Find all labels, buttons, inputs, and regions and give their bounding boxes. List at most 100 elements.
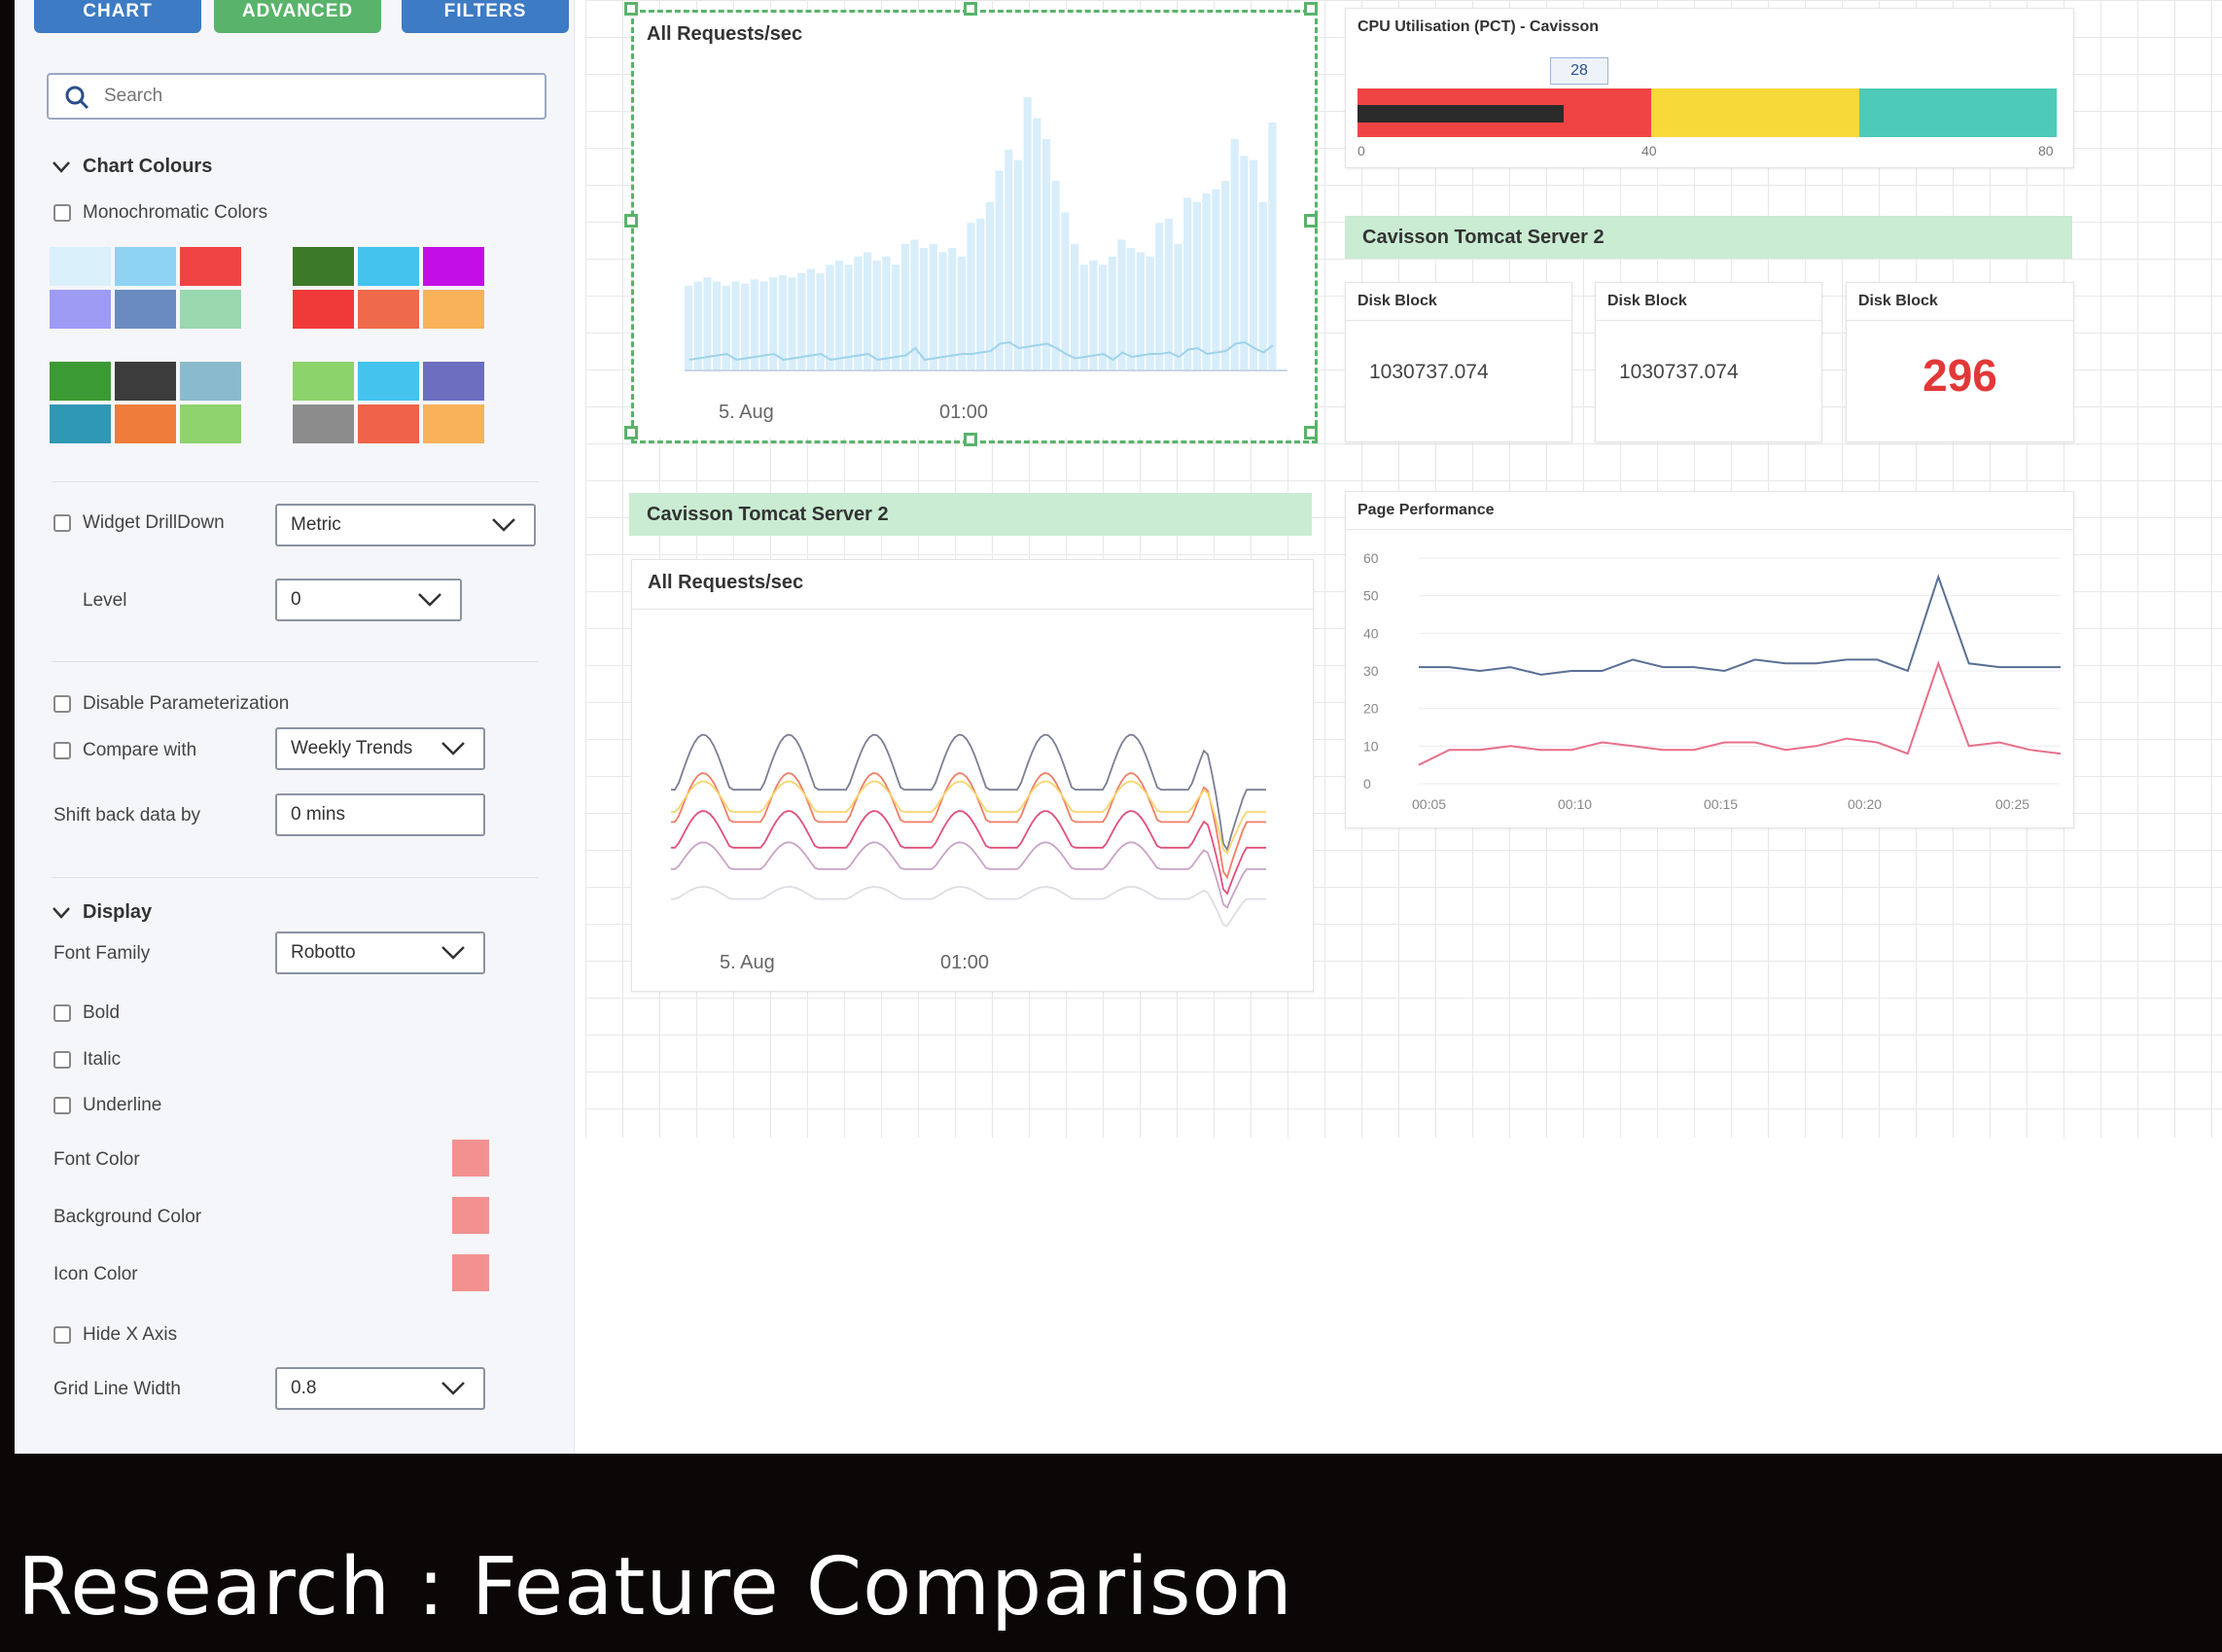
italic-checkbox[interactable] (53, 1051, 71, 1069)
color-swatch[interactable] (115, 404, 176, 443)
color-swatch[interactable] (180, 290, 241, 329)
page-performance-widget[interactable]: Page Performance 0 10 20 30 40 50 60 00:05 00:10… (1345, 491, 2074, 828)
bold-checkbox[interactable] (53, 1004, 71, 1022)
color-palette-4[interactable] (293, 362, 484, 443)
color-swatch[interactable] (293, 362, 354, 401)
color-swatch[interactable] (50, 404, 111, 443)
color-swatch[interactable] (50, 362, 111, 401)
background-color-swatch[interactable] (452, 1197, 489, 1234)
disk-block-value: 1030737.074 (1619, 361, 1739, 383)
hide-x-axis-checkbox[interactable] (53, 1326, 71, 1344)
font-family-select[interactable]: Robotto (275, 931, 485, 974)
widget-drilldown-checkbox[interactable] (53, 514, 71, 532)
resize-handle[interactable] (964, 2, 977, 16)
tab-filters[interactable]: FILTERS (402, 0, 569, 33)
y-tick-label: 60 (1363, 550, 1379, 566)
slide-caption: Research : Feature Comparison (18, 1541, 1293, 1634)
cpu-title: CPU Utilisation (PCT) - Cavisson (1358, 18, 1600, 35)
gauge-red-band (1564, 88, 1651, 137)
color-swatch[interactable] (50, 290, 111, 329)
x-tick-label: 00:25 (1995, 796, 2029, 812)
italic-option[interactable]: Italic (53, 1049, 121, 1071)
font-color-swatch[interactable] (452, 1140, 489, 1177)
gauge-tick: 0 (1358, 143, 1365, 158)
drilldown-type-select[interactable]: Metric (275, 504, 536, 546)
compare-with-checkbox[interactable] (53, 742, 71, 759)
hide-x-axis-option[interactable]: Hide X Axis (53, 1324, 177, 1346)
cpu-utilisation-widget[interactable]: CPU Utilisation (PCT) - Cavisson 28 0 40… (1345, 8, 2074, 168)
color-swatch[interactable] (358, 290, 419, 329)
group-header[interactable]: Cavisson Tomcat Server 2 (629, 493, 1312, 536)
color-swatch[interactable] (50, 247, 111, 286)
shift-back-label: Shift back data by (53, 805, 201, 826)
level-select[interactable]: 0 (275, 579, 462, 621)
monochromatic-option[interactable]: Monochromatic Colors (53, 202, 267, 224)
bold-label: Bold (83, 1002, 121, 1023)
page-performance-chart: 0 10 20 30 40 50 60 00:05 00:10 00:15 00:20 00:25 (1363, 550, 2062, 812)
color-swatch[interactable] (115, 362, 176, 401)
resize-handle[interactable] (624, 2, 638, 16)
series-line (671, 886, 1266, 928)
y-tick-label: 40 (1363, 625, 1379, 641)
color-swatch[interactable] (358, 404, 419, 443)
tab-advanced[interactable]: ADVANCED (214, 0, 381, 33)
color-swatch[interactable] (293, 404, 354, 443)
widget-drilldown-option[interactable]: Widget DrillDown (53, 512, 225, 534)
grid-line-width-value: 0.8 (291, 1378, 317, 1398)
color-swatch[interactable] (180, 404, 241, 443)
divider (52, 877, 538, 878)
x-tick-label: 00:20 (1848, 796, 1882, 812)
color-palette-3[interactable] (50, 362, 241, 443)
color-swatch[interactable] (293, 247, 354, 286)
dashboard-app: CHART ADVANCED FILTERS Chart Colours Mon… (15, 0, 2222, 1454)
resize-handle[interactable] (1304, 214, 1318, 228)
disk-block-title: Disk Block (1858, 293, 1938, 309)
disable-parameterization-option[interactable]: Disable Parameterization (53, 693, 289, 715)
color-swatch[interactable] (180, 362, 241, 401)
divider (52, 661, 538, 662)
color-swatch[interactable] (180, 247, 241, 286)
color-swatch[interactable] (423, 247, 484, 286)
color-swatch[interactable] (423, 362, 484, 401)
search-input[interactable] (102, 83, 524, 110)
requests-line-widget[interactable]: All Requests/sec 5. Aug 01:00 (631, 559, 1314, 992)
resize-handle[interactable] (624, 426, 638, 439)
color-swatch[interactable] (293, 290, 354, 329)
tab-chart[interactable]: CHART (34, 0, 201, 33)
monochromatic-checkbox[interactable] (53, 204, 71, 222)
chevron-down-icon (441, 1382, 465, 1395)
font-color-label: Font Color (53, 1149, 140, 1170)
icon-color-swatch[interactable] (452, 1254, 489, 1291)
group-header[interactable]: Cavisson Tomcat Server 2 (1345, 216, 2072, 259)
resize-handle[interactable] (1304, 2, 1318, 16)
underline-option[interactable]: Underline (53, 1095, 161, 1116)
compare-with-select[interactable]: Weekly Trends (275, 727, 485, 770)
level-label: Level (83, 590, 127, 611)
y-tick-label: 50 (1363, 588, 1379, 604)
color-palette-2[interactable] (293, 247, 484, 329)
cpu-value-marker: 28 (1550, 57, 1608, 85)
disable-parameterization-checkbox[interactable] (53, 695, 71, 713)
disk-block-widget[interactable]: Disk Block 1030737.074 (1345, 282, 1572, 442)
chart-colours-header[interactable]: Chart Colours (52, 156, 212, 178)
display-header[interactable]: Display (52, 901, 152, 924)
grid-line-width-select[interactable]: 0.8 (275, 1367, 485, 1410)
color-swatch[interactable] (423, 290, 484, 329)
underline-checkbox[interactable] (53, 1097, 71, 1114)
resize-handle[interactable] (964, 433, 977, 446)
color-swatch[interactable] (423, 404, 484, 443)
color-swatch[interactable] (358, 247, 419, 286)
color-palette-1[interactable] (50, 247, 241, 329)
color-swatch[interactable] (358, 362, 419, 401)
disk-block-widget[interactable]: Disk Block 1030737.074 (1595, 282, 1822, 442)
compare-with-option[interactable]: Compare with (53, 740, 196, 761)
y-tick-label: 20 (1363, 701, 1379, 717)
color-swatch[interactable] (115, 290, 176, 329)
shift-back-input[interactable]: 0 mins (275, 793, 485, 836)
resize-handle[interactable] (1304, 426, 1318, 439)
color-swatch[interactable] (115, 247, 176, 286)
bold-option[interactable]: Bold (53, 1002, 120, 1024)
grid-line-width-label: Grid Line Width (53, 1379, 181, 1399)
disk-block-widget[interactable]: Disk Block 296 (1846, 282, 2074, 442)
resize-handle[interactable] (624, 214, 638, 228)
